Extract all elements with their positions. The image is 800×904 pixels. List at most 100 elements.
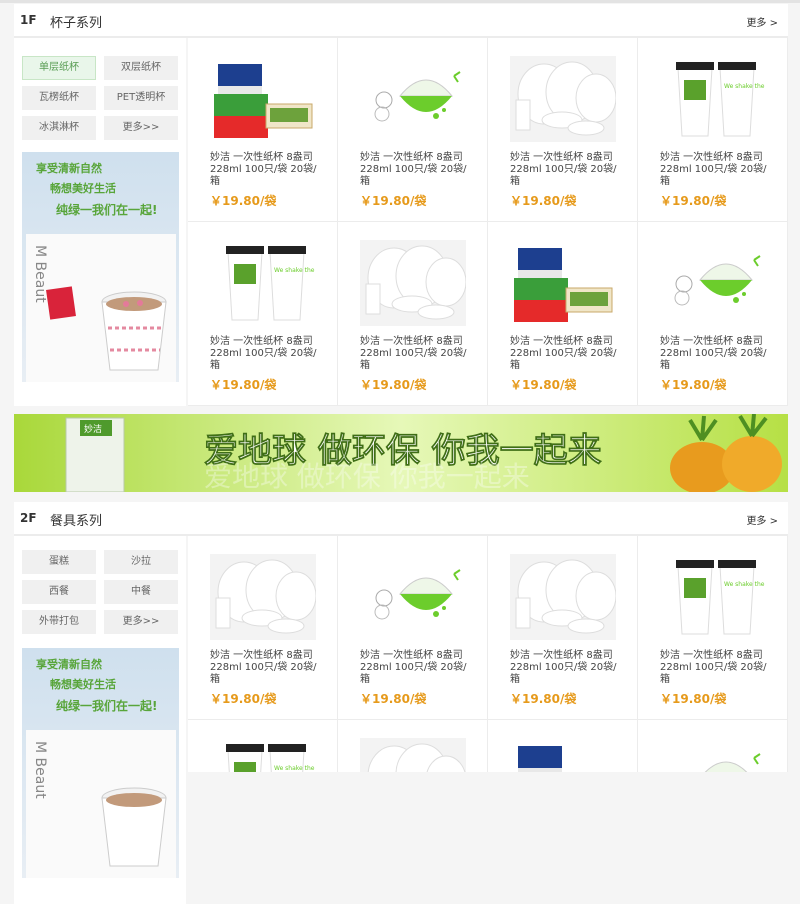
floor-title: 餐具系列 bbox=[50, 514, 103, 529]
side-banner-line3: 纯绿一我们在一起! bbox=[56, 698, 157, 713]
product-card[interactable]: 妙洁 一次性纸杯 8盎司228ml 100只/袋 20袋/箱 ￥19.80/袋 bbox=[338, 38, 488, 222]
product-image[interactable] bbox=[360, 56, 466, 142]
bag-label: 妙洁 bbox=[84, 423, 102, 435]
top-divider bbox=[0, 0, 800, 3]
product-name[interactable]: 妙洁 一次性纸杯 8盎司228ml 100只/袋 20袋/箱 bbox=[660, 336, 768, 372]
product-grid: 妙洁 一次性纸杯 8盎司228ml 100只/袋 20袋/箱 ￥19.80/袋 妙… bbox=[188, 38, 788, 406]
paper-text: M Beaut bbox=[32, 245, 48, 303]
product-card[interactable]: 妙洁 一次性纸杯 8盎司228ml 100只/袋 20袋/箱 ￥19.80/袋 bbox=[488, 222, 638, 406]
product-name[interactable]: 妙洁 一次性纸杯 8盎司228ml 100只/袋 20袋/箱 bbox=[660, 152, 768, 188]
product-card[interactable]: 妙洁 一次性纸杯 8盎司228ml 100只/袋 20袋/箱 ￥19.80/袋 bbox=[338, 536, 488, 720]
side-promo-banner[interactable]: 享受清新自然 畅想美好生活 纯绿一我们在一起! M Beaut bbox=[22, 648, 179, 878]
product-image[interactable] bbox=[360, 240, 467, 326]
floor-header: 2F 餐具系列 更多 > bbox=[14, 502, 788, 536]
product-price: ￥19.80/袋 bbox=[510, 378, 577, 392]
product-card[interactable] bbox=[488, 720, 638, 772]
product-card[interactable]: We shake the barrel bbox=[188, 720, 338, 772]
product-card[interactable]: We shake the barrel 妙洁 一次性纸杯 8盎司228ml 10… bbox=[188, 222, 338, 406]
product-name[interactable]: 妙洁 一次性纸杯 8盎司228ml 100只/袋 20袋/箱 bbox=[510, 336, 618, 372]
product-card[interactable]: 妙洁 一次性纸杯 8盎司228ml 100只/袋 20袋/箱 ￥19.80/袋 bbox=[638, 222, 788, 406]
more-link[interactable]: 更多 > bbox=[746, 14, 778, 29]
product-name[interactable]: 妙洁 一次性纸杯 8盎司228ml 100只/袋 20袋/箱 bbox=[360, 152, 468, 188]
product-name[interactable]: 妙洁 一次性纸杯 8盎司228ml 100只/袋 20袋/箱 bbox=[210, 336, 318, 372]
product-price: ￥19.80/袋 bbox=[660, 692, 727, 706]
tag-cake[interactable]: 蛋糕 bbox=[22, 550, 96, 574]
tag-more[interactable]: 更多>> bbox=[104, 116, 178, 140]
product-image[interactable] bbox=[510, 738, 616, 772]
tag-salad[interactable]: 沙拉 bbox=[104, 550, 178, 574]
product-name[interactable]: 妙洁 一次性纸杯 8盎司228ml 100只/袋 20袋/箱 bbox=[660, 650, 768, 686]
product-card[interactable] bbox=[338, 720, 488, 772]
product-card[interactable]: 妙洁 一次性纸杯 8盎司228ml 100只/袋 20袋/箱 ￥19.80/袋 bbox=[488, 38, 638, 222]
product-card[interactable] bbox=[638, 720, 788, 772]
product-price: ￥19.80/袋 bbox=[360, 692, 427, 706]
floor-number: 2F bbox=[20, 511, 37, 525]
product-image[interactable] bbox=[210, 56, 316, 142]
tag-more[interactable]: 更多>> bbox=[104, 610, 178, 634]
product-name[interactable]: 妙洁 一次性纸杯 8盎司228ml 100只/袋 20袋/箱 bbox=[210, 650, 318, 686]
product-image[interactable] bbox=[360, 738, 466, 772]
product-image[interactable] bbox=[360, 554, 466, 640]
tag-pet-cup[interactable]: PET透明杯 bbox=[104, 86, 178, 110]
product-card[interactable]: 妙洁 一次性纸杯 8盎司228ml 100只/袋 20袋/箱 ￥19.80/袋 bbox=[338, 222, 488, 406]
product-card[interactable]: 妙洁 一次性纸杯 8盎司228ml 100只/袋 20袋/箱 ￥19.80/袋 bbox=[188, 38, 338, 222]
product-image[interactable]: We shake the barrel bbox=[660, 554, 784, 640]
product-card[interactable]: We shake the barrel 妙洁 一次性纸杯 8盎司228ml 10… bbox=[638, 38, 788, 222]
product-image[interactable]: We shake the barrel bbox=[210, 240, 334, 326]
category-sidebar: 单层纸杯 双层纸杯 瓦楞纸杯 PET透明杯 冰淇淋杯 更多>> 享受清新自然 畅… bbox=[14, 38, 186, 406]
side-banner-line3: 纯绿一我们在一起! bbox=[56, 202, 157, 217]
tag-western[interactable]: 西餐 bbox=[22, 580, 96, 604]
cup-text: We shake the barrel bbox=[724, 83, 766, 90]
product-price: ￥19.80/袋 bbox=[360, 194, 427, 208]
product-price: ￥19.80/袋 bbox=[510, 194, 577, 208]
cup-text: We shake the barrel bbox=[274, 267, 316, 274]
product-price: ￥19.80/袋 bbox=[210, 692, 277, 706]
product-name[interactable]: 妙洁 一次性纸杯 8盎司228ml 100只/袋 20袋/箱 bbox=[360, 650, 468, 686]
product-image[interactable] bbox=[510, 240, 616, 326]
side-banner-line2: 畅想美好生活 bbox=[50, 181, 116, 195]
product-image[interactable]: We shake the barrel bbox=[660, 56, 784, 142]
floor-number: 1F bbox=[20, 13, 37, 27]
cup-text: We shake the barrel bbox=[724, 581, 766, 588]
eco-promo-banner[interactable]: 妙洁 爱地球 做环保 你我一起来 爱地球 做环保 你我一起来 bbox=[14, 414, 788, 492]
side-banner-line2: 畅想美好生活 bbox=[50, 677, 116, 691]
tag-icecream-cup[interactable]: 冰淇淋杯 bbox=[22, 116, 96, 140]
product-name[interactable]: 妙洁 一次性纸杯 8盎司228ml 100只/袋 20袋/箱 bbox=[510, 152, 618, 188]
product-card[interactable]: We shake the barrel 妙洁 一次性纸杯 8盎司228ml 10… bbox=[638, 536, 788, 720]
product-image[interactable] bbox=[660, 738, 766, 772]
tag-single-layer-cup[interactable]: 单层纸杯 bbox=[22, 56, 96, 80]
tag-takeout[interactable]: 外带打包 bbox=[22, 610, 96, 634]
product-price: ￥19.80/袋 bbox=[210, 194, 277, 208]
category-sidebar: 蛋糕 沙拉 西餐 中餐 外带打包 更多>> 享受清新自然 畅想美好生活 纯绿一我… bbox=[14, 536, 186, 904]
product-name[interactable]: 妙洁 一次性纸杯 8盎司228ml 100只/袋 20袋/箱 bbox=[360, 336, 468, 372]
floor-header: 1F 杯子系列 更多 > bbox=[14, 4, 788, 38]
side-banner-line1: 享受清新自然 bbox=[36, 161, 102, 175]
side-promo-banner[interactable]: 享受清新自然 畅想美好生活 纯绿一我们在一起! M Beaut bbox=[22, 152, 179, 382]
product-name[interactable]: 妙洁 一次性纸杯 8盎司228ml 100只/袋 20袋/箱 bbox=[510, 650, 618, 686]
paper-text: M Beaut bbox=[32, 741, 48, 799]
floor-cups: 1F 杯子系列 更多 > 单层纸杯 双层纸杯 瓦楞纸杯 PET透明杯 冰淇淋杯 … bbox=[14, 4, 788, 406]
product-name[interactable]: 妙洁 一次性纸杯 8盎司228ml 100只/袋 20袋/箱 bbox=[210, 152, 318, 188]
floor-title: 杯子系列 bbox=[50, 16, 103, 31]
floor-tableware: 2F 餐具系列 更多 > 蛋糕 沙拉 西餐 中餐 外带打包 更多>> 享受清新自… bbox=[14, 502, 788, 904]
product-image[interactable] bbox=[510, 56, 617, 142]
tag-double-layer-cup[interactable]: 双层纸杯 bbox=[104, 56, 178, 80]
cup-text: We shake the barrel bbox=[274, 765, 316, 772]
product-image[interactable] bbox=[210, 554, 317, 640]
product-card[interactable]: 妙洁 一次性纸杯 8盎司228ml 100只/袋 20袋/箱 ￥19.80/袋 bbox=[188, 536, 338, 720]
product-price: ￥19.80/袋 bbox=[210, 378, 277, 392]
tag-chinese[interactable]: 中餐 bbox=[104, 580, 178, 604]
product-price: ￥19.80/袋 bbox=[360, 378, 427, 392]
product-price: ￥19.80/袋 bbox=[660, 378, 727, 392]
product-grid: 妙洁 一次性纸杯 8盎司228ml 100只/袋 20袋/箱 ￥19.80/袋 妙… bbox=[188, 536, 788, 772]
product-image[interactable]: We shake the barrel bbox=[210, 738, 334, 772]
product-image[interactable] bbox=[510, 554, 617, 640]
product-price: ￥19.80/袋 bbox=[660, 194, 727, 208]
side-banner-line1: 享受清新自然 bbox=[36, 657, 102, 671]
product-card[interactable]: 妙洁 一次性纸杯 8盎司228ml 100只/袋 20袋/箱 ￥19.80/袋 bbox=[488, 536, 638, 720]
product-image[interactable] bbox=[660, 240, 766, 326]
tag-corrugated-cup[interactable]: 瓦楞纸杯 bbox=[22, 86, 96, 110]
product-price: ￥19.80/袋 bbox=[510, 692, 577, 706]
more-link[interactable]: 更多 > bbox=[746, 512, 778, 527]
banner-slogan-reflection: 爱地球 做环保 你我一起来 bbox=[204, 460, 530, 492]
